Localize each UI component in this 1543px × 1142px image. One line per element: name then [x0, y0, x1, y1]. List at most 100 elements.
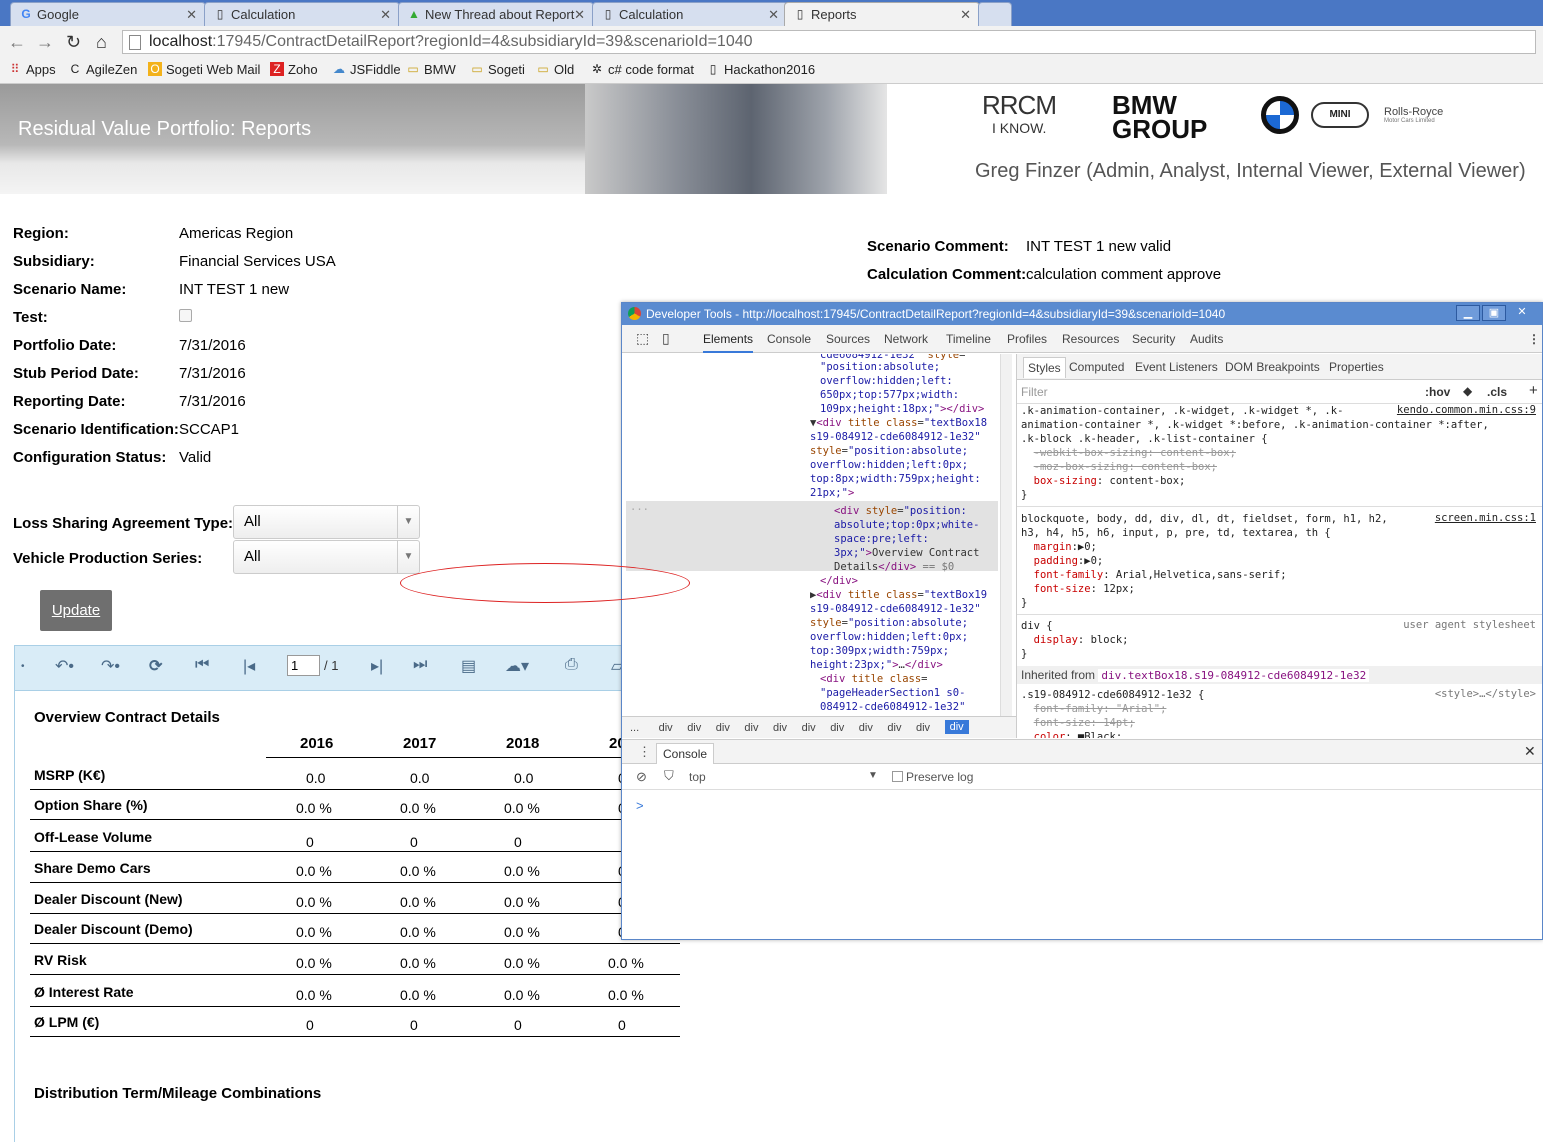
- first-page-icon[interactable]: ⏮: [195, 656, 209, 674]
- tab-elements[interactable]: Elements: [703, 332, 754, 353]
- add-rule-icon[interactable]: +: [1529, 382, 1538, 399]
- chevron-down-icon[interactable]: ▼: [868, 770, 878, 781]
- tab-calculation-2[interactable]: ▯ Calculation ✕: [592, 2, 788, 26]
- tab-sources[interactable]: Sources: [826, 332, 870, 346]
- prev-page-icon[interactable]: |◂: [243, 656, 255, 676]
- breadcrumb-item[interactable]: div: [744, 722, 758, 734]
- tab-timeline[interactable]: Timeline: [946, 332, 991, 346]
- tab-new-thread[interactable]: ▲ New Thread about Report ✕: [398, 2, 594, 26]
- breadcrumb-item[interactable]: div: [830, 722, 844, 734]
- row-divider: [30, 789, 680, 790]
- bookmark-zoho[interactable]: Z Zoho: [270, 62, 318, 77]
- back-icon[interactable]: ←: [8, 32, 26, 52]
- bookmark-code-format[interactable]: ✲ c# code format: [590, 62, 694, 77]
- inspect-icon[interactable]: ⬚: [636, 330, 649, 347]
- tab-profiles[interactable]: Profiles: [1007, 332, 1047, 346]
- inherited-selector[interactable]: div.textBox18.s19-084912-cde6084912-1e32: [1098, 669, 1370, 682]
- next-page-icon[interactable]: ▸|: [371, 656, 383, 676]
- close-icon[interactable]: ✕: [1524, 743, 1536, 760]
- update-button[interactable]: Update: [40, 590, 112, 631]
- loss-sharing-select[interactable]: All ▼: [233, 505, 420, 539]
- close-icon[interactable]: ✕: [768, 7, 779, 23]
- breadcrumb-item[interactable]: div: [802, 722, 816, 734]
- bookmark-jsfiddle[interactable]: ☁ JSFiddle: [332, 62, 401, 77]
- chevron-down-icon[interactable]: ▼: [397, 506, 419, 538]
- document-map-icon[interactable]: ▤: [461, 656, 476, 676]
- tab-audits[interactable]: Audits: [1190, 332, 1223, 346]
- bookmark-bmw[interactable]: ▭ BMW: [406, 62, 455, 77]
- vehicle-series-select[interactable]: All ▼: [233, 540, 420, 574]
- tab-reports[interactable]: ▯ Reports ✕: [784, 2, 980, 26]
- refresh-icon[interactable]: ⟳: [149, 656, 162, 676]
- minimize-icon[interactable]: ▁: [1456, 305, 1480, 321]
- bookmark-apps[interactable]: ⠿ Apps: [8, 62, 56, 77]
- maximize-icon[interactable]: ▣: [1482, 305, 1506, 321]
- console-tab[interactable]: Console: [656, 743, 715, 764]
- home-icon[interactable]: ⌂: [96, 32, 107, 52]
- tab-resources[interactable]: Resources: [1062, 332, 1119, 346]
- elements-scrollbar[interactable]: [1000, 354, 1012, 716]
- last-page-icon[interactable]: ⏭: [413, 656, 427, 674]
- close-icon[interactable]: ✕: [380, 7, 391, 23]
- device-icon[interactable]: ▯: [662, 330, 670, 347]
- context-select[interactable]: top: [689, 770, 706, 784]
- cls-toggle[interactable]: .cls: [1487, 385, 1507, 399]
- breadcrumb-item[interactable]: ...: [630, 722, 639, 734]
- console-drawer-header: ⋮ Console ✕: [622, 740, 1542, 764]
- clear-console-icon[interactable]: ⊘: [636, 769, 647, 785]
- close-icon[interactable]: ✕: [1510, 305, 1534, 321]
- elements-tree[interactable]: cde6084912-1e32" style= "position:absolu…: [626, 354, 1000, 716]
- tab-network[interactable]: Network: [884, 332, 928, 346]
- source-style-tag[interactable]: <style>…</style>: [1435, 688, 1536, 700]
- breadcrumb-item[interactable]: div: [773, 722, 787, 734]
- undo-icon[interactable]: ↶•: [55, 656, 74, 676]
- styles-filter-input[interactable]: Filter :hov ◆ .cls +: [1017, 380, 1542, 404]
- chevron-down-icon[interactable]: ▼: [397, 541, 419, 573]
- reload-icon[interactable]: ↻: [66, 32, 81, 52]
- export-icon[interactable]: ☁▾: [505, 656, 529, 676]
- breadcrumb-item[interactable]: div: [887, 722, 901, 734]
- breadcrumb-item[interactable]: div: [716, 722, 730, 734]
- hov-toggle[interactable]: :hov: [1425, 385, 1450, 399]
- tab-security[interactable]: Security: [1132, 332, 1175, 346]
- bookmark-hackathon[interactable]: ▯ Hackathon2016: [706, 62, 815, 77]
- more-options-icon[interactable]: ⋮: [1528, 332, 1540, 346]
- print-icon[interactable]: ⎙: [565, 656, 578, 674]
- tab-event-listeners[interactable]: Event Listeners: [1135, 360, 1218, 374]
- filter-icon[interactable]: ⛉: [664, 768, 674, 784]
- breadcrumb-item[interactable]: div: [916, 722, 930, 734]
- url-input[interactable]: localhost:17945/ContractDetailReport?reg…: [122, 30, 1536, 54]
- breadcrumb-item[interactable]: div: [859, 722, 873, 734]
- tab-console[interactable]: Console: [767, 332, 811, 346]
- drawer-menu-icon[interactable]: ⋮: [638, 744, 651, 760]
- close-icon[interactable]: ✕: [574, 7, 585, 23]
- tab-calculation[interactable]: ▯ Calculation ✕: [204, 2, 400, 26]
- breadcrumb-item[interactable]: div: [944, 720, 969, 734]
- new-tab-button[interactable]: [978, 2, 1012, 26]
- breadcrumb-item[interactable]: div: [687, 722, 701, 734]
- apps-icon: ⠿: [10, 62, 20, 76]
- forward-icon[interactable]: →: [36, 32, 54, 52]
- test-checkbox[interactable]: [179, 309, 192, 322]
- redo-icon[interactable]: ↷•: [101, 656, 120, 676]
- breadcrumb-item[interactable]: div: [659, 722, 673, 734]
- console-toolbar: ⊘ ⛉ top ▼ Preserve log: [622, 764, 1542, 790]
- row-divider: [30, 974, 680, 975]
- preserve-log-checkbox[interactable]: [892, 771, 903, 782]
- bookmark-agilezen[interactable]: C AgileZen: [68, 62, 138, 77]
- tab-styles[interactable]: Styles: [1023, 357, 1066, 378]
- bookmark-old[interactable]: ▭ Old: [536, 62, 574, 77]
- color-format-icon[interactable]: ◆: [1463, 384, 1472, 398]
- source-link-screen[interactable]: screen.min.css:1: [1435, 512, 1536, 524]
- close-icon[interactable]: ✕: [960, 7, 971, 23]
- bookmark-sogeti[interactable]: ▭ Sogeti: [470, 62, 525, 77]
- console-prompt[interactable]: >: [636, 798, 644, 813]
- page-number-input[interactable]: 1: [287, 655, 320, 676]
- close-icon[interactable]: ✕: [186, 7, 197, 23]
- tab-google[interactable]: G Google ✕: [10, 2, 206, 26]
- subsidiary-value: Financial Services USA: [179, 253, 336, 270]
- tab-properties[interactable]: Properties: [1329, 360, 1384, 374]
- tab-computed[interactable]: Computed: [1069, 360, 1124, 374]
- bookmark-sogeti-mail[interactable]: O Sogeti Web Mail: [148, 62, 260, 77]
- tab-dom-breakpoints[interactable]: DOM Breakpoints: [1225, 360, 1320, 374]
